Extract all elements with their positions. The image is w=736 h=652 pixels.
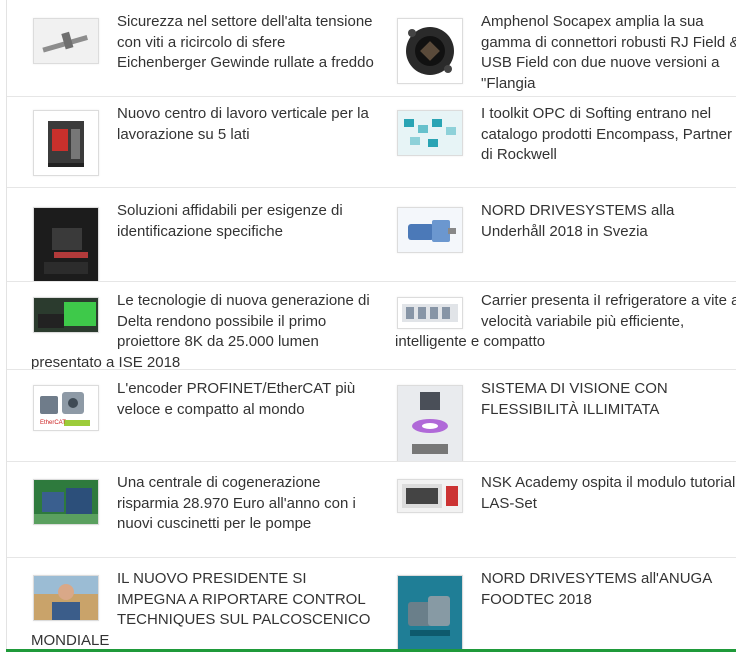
news-item[interactable]: Sicurezza nel settore dell'alta tensione… [31,12,376,74]
president-portrait-image[interactable] [33,575,99,621]
news-item[interactable]: Soluzioni affidabili per esigenze di ide… [31,201,376,281]
news-item[interactable]: NORD DRIVESYTEMS all'ANUGA FOODTEC 2018 [395,569,736,652]
ethercat-badge: EtherCAT [40,420,66,426]
projector-image[interactable] [33,297,99,333]
news-item[interactable]: EtherCAT L'encoder PROFINET/EtherCAT più… [31,379,376,433]
chiller-image[interactable] [397,297,463,329]
connector-image[interactable] [397,18,463,84]
news-item[interactable]: Amphenol Socapex amplia la sua gamma di … [395,12,736,94]
news-row: IL NUOVO PRESIDENTE SI IMPEGNA A RIPORTA… [7,557,736,652]
encoder-image[interactable]: EtherCAT [33,385,99,431]
tutorial-image[interactable] [397,479,463,513]
news-item[interactable]: Nuovo centro di lavoro verticale per la … [31,104,376,178]
news-list: Sicurezza nel settore dell'alta tensione… [6,0,736,652]
news-row: Una centrale di cogenerazione risparmia … [7,461,736,558]
news-row: Le tecnologie di nuova generazione di De… [7,281,736,370]
news-item[interactable]: IL NUOVO PRESIDENTE SI IMPEGNA A RIPORTA… [31,569,376,651]
cogeneration-image[interactable] [33,479,99,525]
news-item[interactable]: Le tecnologie di nuova generazione di De… [31,291,376,369]
news-item[interactable]: Una centrale di cogenerazione risparmia … [31,473,376,535]
news-row: Sicurezza nel settore dell'alta tensione… [7,0,736,97]
news-item[interactable]: NORD DRIVESYSTEMS alla Underhåll 2018 in… [395,201,736,255]
machining-center-image[interactable] [33,110,99,176]
identification-image[interactable] [33,207,99,281]
food-gearbox-image[interactable] [397,575,463,652]
vision-system-image[interactable] [397,385,463,461]
news-row: Nuovo centro di lavoro verticale per la … [7,96,736,188]
news-item[interactable]: NSK Academy ospita il modulo tutorial LA… [395,473,736,515]
news-item[interactable]: SISTEMA DI VISIONE CON FLESSIBILITÀ ILLI… [395,379,736,461]
news-item[interactable]: I toolkit OPC di Softing entrano nel cat… [395,104,736,166]
news-item[interactable]: Carrier presenta iI refrigeratore a vite… [395,291,736,353]
screw-image[interactable] [33,18,99,64]
gear-motor-image[interactable] [397,207,463,253]
news-row: Soluzioni affidabili per esigenze di ide… [7,187,736,282]
softing-toolkit-image[interactable] [397,110,463,156]
news-row: EtherCAT L'encoder PROFINET/EtherCAT più… [7,369,736,462]
